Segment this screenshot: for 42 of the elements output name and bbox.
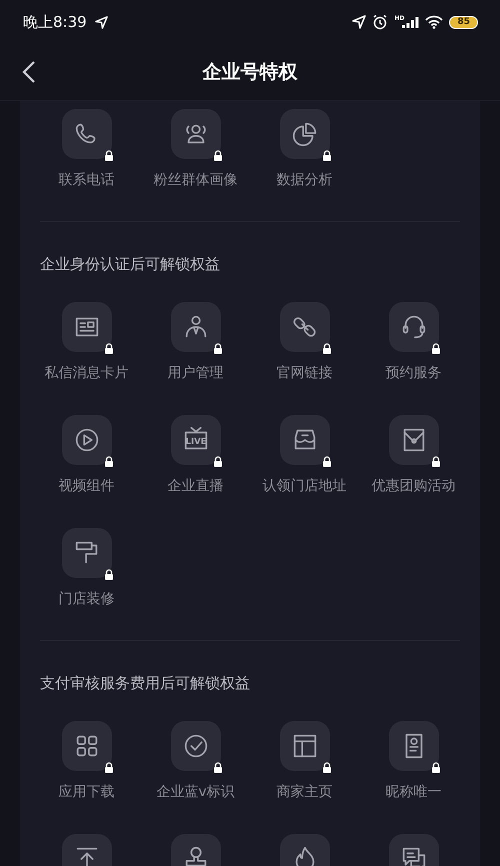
feature-tile[interactable] bbox=[280, 302, 330, 352]
feature-label: 优惠团购活动 bbox=[372, 477, 456, 495]
feature-label: 视频组件 bbox=[58, 477, 114, 495]
feature-tile[interactable] bbox=[62, 415, 112, 465]
feature-tile[interactable] bbox=[280, 721, 330, 771]
feature-tile[interactable] bbox=[62, 528, 112, 578]
battery-indicator: 85 bbox=[449, 16, 478, 28]
feature-tile[interactable] bbox=[388, 721, 438, 771]
alarm-clock-icon bbox=[372, 14, 388, 30]
feature-label: 企业直播 bbox=[168, 477, 224, 495]
feature-label: 企业蓝v标识 bbox=[156, 783, 235, 801]
location-arrow-icon bbox=[352, 15, 366, 29]
feature-tile[interactable] bbox=[62, 721, 112, 771]
feature-label: 昵称唯一 bbox=[386, 783, 442, 801]
section-title: 企业身份认证后可解锁权益 bbox=[40, 255, 221, 273]
feature-label: 应用下载 bbox=[58, 783, 114, 801]
feature-tile[interactable] bbox=[170, 109, 220, 159]
feature-tile[interactable] bbox=[62, 302, 112, 352]
feature-label: 官网链接 bbox=[276, 364, 332, 382]
page-title: 企业号特权 bbox=[202, 60, 298, 85]
feature-label: 用户管理 bbox=[168, 364, 224, 382]
feature-label: 商家主页 bbox=[276, 783, 332, 801]
feature-tile[interactable]: LIVE bbox=[170, 415, 220, 465]
location-arrow-icon bbox=[94, 16, 108, 28]
feature-tile[interactable] bbox=[280, 109, 330, 159]
feature-tile[interactable] bbox=[62, 109, 112, 159]
feature-label: 认领门店地址 bbox=[262, 477, 346, 495]
feature-label: 粉丝群体画像 bbox=[154, 171, 238, 189]
wifi-icon bbox=[425, 15, 444, 29]
feature-tile[interactable] bbox=[170, 302, 220, 352]
feature-label: 数据分析 bbox=[276, 171, 332, 189]
feature-label: 私信消息卡片 bbox=[44, 364, 128, 382]
feature-tile[interactable] bbox=[388, 302, 438, 352]
section-title: 支付审核服务费用后可解锁权益 bbox=[40, 674, 251, 692]
feature-tile[interactable] bbox=[388, 415, 438, 465]
feature-label: 联系电话 bbox=[58, 171, 114, 189]
feature-label: 预约服务 bbox=[386, 364, 442, 382]
clock-time: 晚上8:39 bbox=[23, 12, 87, 32]
back-icon[interactable] bbox=[22, 60, 36, 84]
feature-tile[interactable] bbox=[280, 415, 330, 465]
feature-label: 门店装修 bbox=[58, 590, 114, 608]
feature-tile[interactable] bbox=[170, 721, 220, 771]
